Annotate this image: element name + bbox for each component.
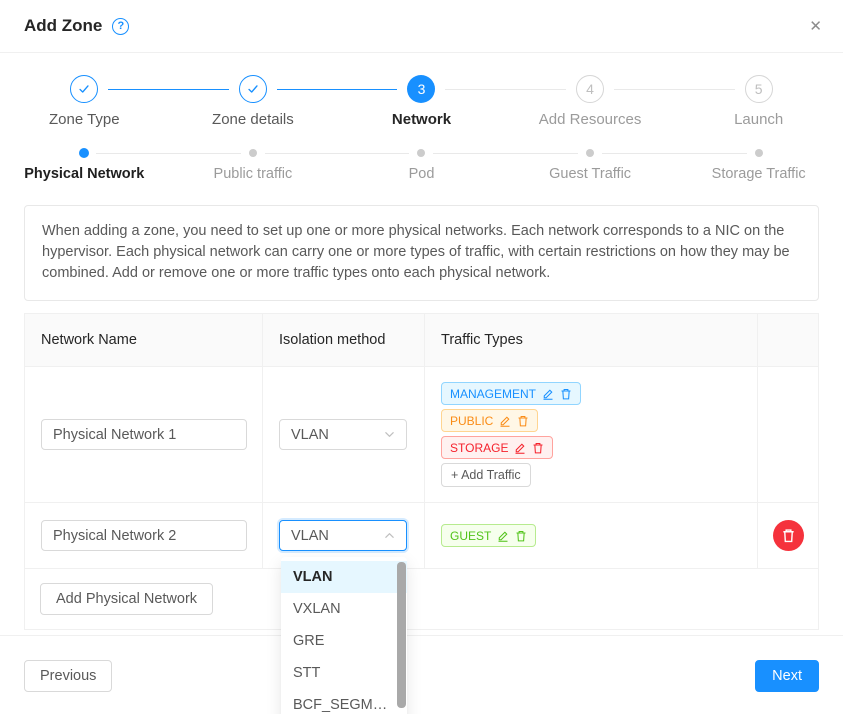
substep-label: Physical Network: [24, 166, 144, 182]
delete-icon[interactable]: [560, 388, 572, 400]
traffic-tag-public: PUBLIC: [441, 409, 538, 432]
substep-storage-traffic: Storage Traffic: [674, 148, 843, 182]
chevron-down-icon: [384, 429, 395, 440]
add-traffic-button[interactable]: + Add Traffic: [441, 463, 531, 487]
step-label: Network: [392, 111, 451, 128]
previous-button[interactable]: Previous: [24, 660, 112, 692]
dropdown-scrollbar-thumb[interactable]: [397, 562, 406, 708]
step-check-icon: [239, 75, 267, 103]
footer-divider: [0, 635, 843, 636]
column-header-actions: [758, 314, 818, 367]
tag-label: PUBLIC: [450, 414, 493, 428]
dropdown-option-vxlan[interactable]: VXLAN: [281, 593, 407, 625]
select-value: VLAN: [291, 528, 329, 544]
delete-icon[interactable]: [515, 530, 527, 542]
tag-label: STORAGE: [450, 441, 508, 455]
substep-guest-traffic: Guest Traffic: [506, 148, 675, 182]
physical-networks-table: Network Name Isolation method Traffic Ty…: [24, 313, 819, 630]
network-name-input[interactable]: [41, 419, 247, 450]
table-row: [25, 503, 263, 569]
wizard-steps: Zone Type Zone details 3 Network 4 Add R…: [0, 75, 843, 128]
dropdown-option-gre[interactable]: GRE: [281, 625, 407, 657]
step-add-resources: 4 Add Resources: [506, 75, 675, 128]
substep-pod: Pod: [337, 148, 506, 182]
substep-label: Pod: [409, 166, 435, 182]
dropdown-option-stt[interactable]: STT: [281, 657, 407, 689]
substep-label: Storage Traffic: [712, 166, 806, 182]
help-icon[interactable]: ?: [112, 18, 129, 35]
tag-label: MANAGEMENT: [450, 387, 536, 401]
add-physical-network-button[interactable]: Add Physical Network: [40, 583, 213, 615]
substep-label: Guest Traffic: [549, 166, 631, 182]
traffic-tag-guest: GUEST: [441, 524, 536, 547]
substep-label: Public traffic: [214, 166, 293, 182]
substep-dot: [79, 148, 89, 158]
step-launch: 5 Launch: [674, 75, 843, 128]
step-label: Zone Type: [49, 111, 120, 128]
add-zone-modal: Add Zone ? ✕ Zone Type Zone details 3 Ne…: [0, 0, 843, 714]
isolation-method-select-open[interactable]: VLAN: [279, 520, 407, 551]
step-label: Zone details: [212, 111, 294, 128]
table-footer-row: Add Physical Network: [25, 569, 818, 629]
edit-icon[interactable]: [514, 442, 526, 454]
substep-dot: [417, 149, 425, 157]
chevron-up-icon: [384, 530, 395, 541]
traffic-types-cell: GUEST: [425, 503, 758, 569]
actions-cell: [758, 367, 818, 503]
dropdown-option-bcf-segment[interactable]: BCF_SEGM…: [281, 689, 407, 714]
delete-network-button[interactable]: [773, 520, 804, 551]
actions-cell: [758, 503, 818, 569]
network-substeps: Physical Network Public traffic Pod Gues…: [0, 148, 843, 182]
edit-icon[interactable]: [542, 388, 554, 400]
physical-network-info-text: When adding a zone, you need to set up o…: [24, 205, 819, 301]
delete-icon[interactable]: [517, 415, 529, 427]
column-header-isolation-method: Isolation method: [263, 314, 425, 367]
isolation-method-select[interactable]: VLAN: [279, 419, 407, 450]
substep-dot: [755, 149, 763, 157]
traffic-tag-storage: STORAGE: [441, 436, 553, 459]
traffic-types-cell: MANAGEMENT PUBLIC STORAGE + Add Traffic: [425, 367, 758, 503]
step-number: 3: [407, 75, 435, 103]
edit-icon[interactable]: [497, 530, 509, 542]
substep-physical-network: Physical Network: [0, 148, 169, 182]
substep-dot: [586, 149, 594, 157]
tag-label: GUEST: [450, 529, 491, 543]
substep-public-traffic: Public traffic: [169, 148, 338, 182]
next-button[interactable]: Next: [755, 660, 819, 692]
step-network: 3 Network: [337, 75, 506, 128]
delete-icon[interactable]: [532, 442, 544, 454]
step-number: 5: [745, 75, 773, 103]
step-label: Launch: [734, 111, 783, 128]
substep-dot: [249, 149, 257, 157]
close-icon[interactable]: ✕: [805, 15, 826, 38]
step-zone-details: Zone details: [169, 75, 338, 128]
table-row: VLAN: [263, 367, 425, 503]
isolation-method-dropdown: VLAN VXLAN GRE STT BCF_SEGM…: [281, 557, 407, 714]
edit-icon[interactable]: [499, 415, 511, 427]
step-label: Add Resources: [539, 111, 642, 128]
step-number: 4: [576, 75, 604, 103]
column-header-network-name: Network Name: [25, 314, 263, 367]
dropdown-option-vlan[interactable]: VLAN: [281, 561, 407, 593]
page-title: Add Zone: [24, 16, 102, 36]
select-value: VLAN: [291, 427, 329, 443]
step-check-icon: [70, 75, 98, 103]
table-row: [25, 367, 263, 503]
trash-icon: [781, 528, 796, 543]
traffic-tag-management: MANAGEMENT: [441, 382, 581, 405]
modal-header: Add Zone ? ✕: [0, 0, 843, 53]
column-header-traffic-types: Traffic Types: [425, 314, 758, 367]
network-name-input[interactable]: [41, 520, 247, 551]
step-zone-type: Zone Type: [0, 75, 169, 128]
